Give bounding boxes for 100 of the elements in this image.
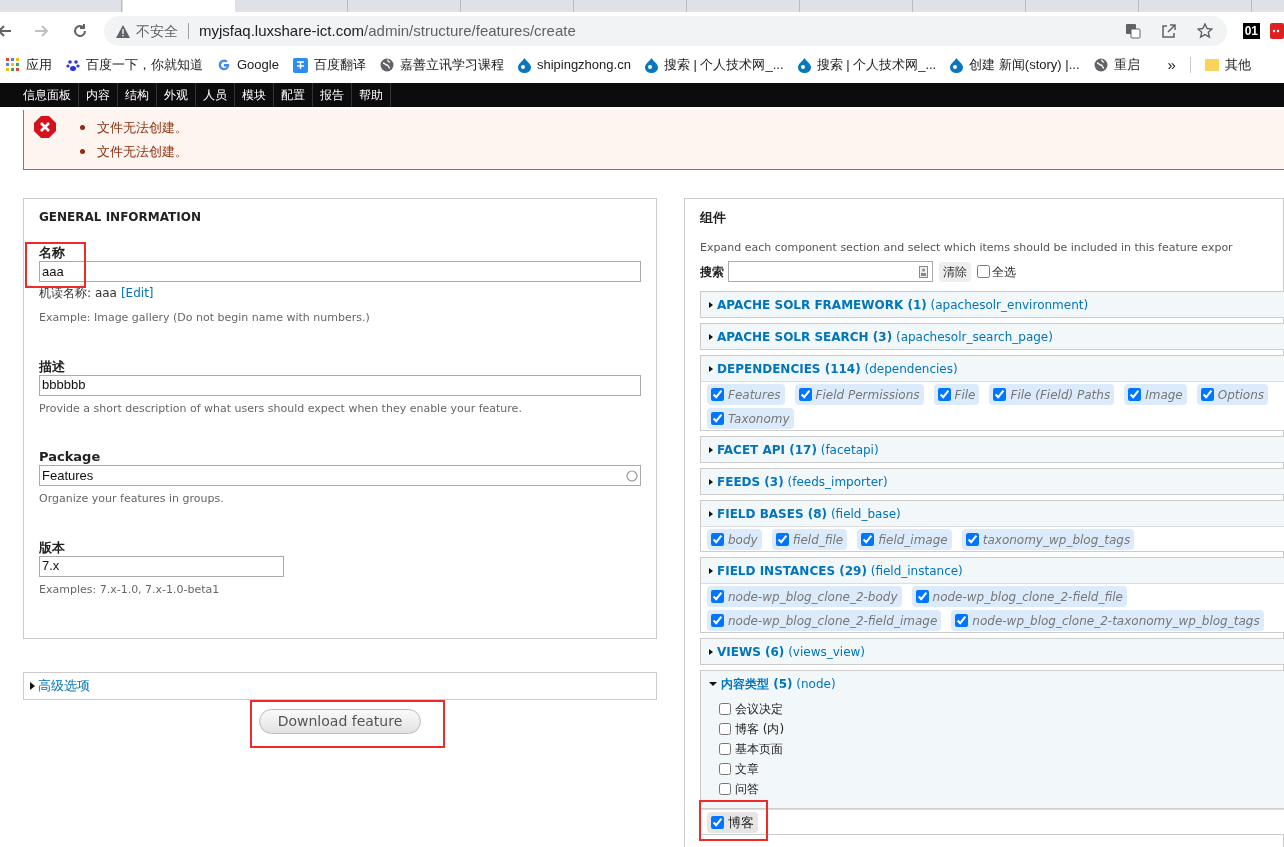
more-bookmarks[interactable]: » xyxy=(1167,53,1176,77)
drop-icon xyxy=(644,57,658,73)
admin-menu-item[interactable]: 外观 xyxy=(157,83,196,107)
checkbox[interactable] xyxy=(711,614,724,627)
component-chip[interactable]: Features xyxy=(707,384,785,405)
component-chip[interactable]: node-wp_blog_clone_2-field_image xyxy=(707,610,942,631)
checkbox[interactable] xyxy=(775,533,789,546)
bookmark[interactable]: shipingzhong.cn xyxy=(517,55,631,75)
download-button[interactable]: Download feature xyxy=(258,709,422,734)
section-header[interactable]: VIEWS (6) (views_view) xyxy=(701,639,1284,664)
section-header[interactable]: DEPENDENCIES (114) (dependencies) xyxy=(701,356,1284,381)
component-chip[interactable]: node-wp_blog_clone_2-body xyxy=(707,586,902,607)
component-chip[interactable]: node-wp_blog_clone_2-field_file xyxy=(911,586,1127,607)
chip-label: node-wp_blog_clone_2-field_file xyxy=(932,588,1123,606)
checkbox[interactable] xyxy=(711,816,724,829)
admin-menu-item[interactable]: 帮助 xyxy=(352,83,391,107)
component-chip[interactable]: Taxonomy xyxy=(707,408,794,429)
component-chip[interactable]: Field Permissions xyxy=(794,384,924,405)
back-icon[interactable] xyxy=(0,23,12,39)
chip-label: field_file xyxy=(792,531,844,549)
admin-menu-item[interactable]: 配置 xyxy=(274,83,313,107)
section-header[interactable]: FEEDS (3) (feeds_importer) xyxy=(701,469,1284,494)
component-chip[interactable]: field_image xyxy=(857,529,952,550)
bookmark[interactable]: 嘉善立讯学习课程 xyxy=(379,55,504,75)
bookmark[interactable]: Google xyxy=(217,55,279,75)
checkbox[interactable] xyxy=(719,783,731,795)
contact-card-icon xyxy=(919,265,928,278)
star-icon[interactable] xyxy=(1196,23,1213,39)
checkbox[interactable] xyxy=(711,388,724,401)
checkbox[interactable] xyxy=(861,533,875,546)
admin-menu-item[interactable]: 信息面板 xyxy=(16,83,79,107)
chip-label: body xyxy=(728,531,758,549)
search-field[interactable] xyxy=(728,261,933,282)
admin-menu-item[interactable]: 人员 xyxy=(196,83,235,107)
component-chip[interactable]: field_file xyxy=(771,529,848,550)
chip-label: Field Permissions xyxy=(815,386,920,404)
bookmark[interactable]: 应用 xyxy=(6,55,52,75)
input-field[interactable]: 7.x xyxy=(39,555,284,577)
checkbox[interactable] xyxy=(937,388,951,401)
admin-menu-item[interactable]: 模块 xyxy=(235,83,274,107)
checkbox[interactable] xyxy=(915,590,929,603)
checkbox[interactable] xyxy=(965,533,979,546)
bookmark[interactable]: 百度一下，你就知道 xyxy=(66,55,203,75)
section-header[interactable]: APACHE SOLR FRAMEWORK (1) (apachesolr_environment) xyxy=(701,292,1284,317)
component-chip[interactable]: 博客 xyxy=(707,812,758,833)
input-field[interactable]: bbbbbb xyxy=(39,374,641,396)
checkbox[interactable] xyxy=(719,703,731,715)
component-chip[interactable]: Options xyxy=(1196,384,1269,405)
apps-grid-icon xyxy=(6,58,20,72)
bookmark[interactable]: 百度翻译 xyxy=(292,55,366,75)
input-field[interactable]: aaa xyxy=(39,261,641,282)
share-icon[interactable] xyxy=(1160,23,1177,39)
checkbox[interactable] xyxy=(711,590,724,603)
section-header[interactable]: FIELD INSTANCES (29) (field_instance) xyxy=(701,558,1284,583)
admin-menu-item[interactable]: 报告 xyxy=(313,83,352,107)
section-title: APACHE SOLR FRAMEWORK (1) (apachesolr_environment) xyxy=(717,296,1089,314)
admin-menu-item[interactable]: 内容 xyxy=(79,83,118,107)
section-header[interactable]: APACHE SOLR SEARCH (3) (apachesolr_search_page) xyxy=(701,324,1284,349)
advanced-panel[interactable]: 高级选项 xyxy=(23,672,657,700)
bookmark-folder[interactable]: 其他 xyxy=(1204,55,1251,75)
component-chip[interactable]: taxonomy_wp_blog_tags xyxy=(961,529,1135,550)
admin-menu-item[interactable]: 结构 xyxy=(118,83,157,107)
reload-icon[interactable] xyxy=(72,23,88,39)
chip-label: File (Field) Paths xyxy=(1010,386,1111,404)
checkbox[interactable] xyxy=(711,533,724,546)
panel-description: Expand each component section and select which items should be included in this feature expor xyxy=(700,239,1234,256)
component-chip[interactable]: node-wp_blog_clone_2-taxonomy_wp_blog_tags xyxy=(951,610,1264,631)
section-header[interactable]: FIELD BASES (8) (field_base) xyxy=(701,501,1284,526)
clear-button[interactable]: 清除 xyxy=(939,261,971,282)
section-header[interactable]: FACET API (17) (facetapi) xyxy=(701,437,1284,462)
checkbox[interactable] xyxy=(711,412,724,425)
edit-link[interactable]: [Edit] xyxy=(120,284,154,302)
bookmark[interactable]: 搜索 | 个人技术网_... xyxy=(644,55,784,75)
input-field[interactable]: Features xyxy=(39,465,641,486)
bookmark[interactable]: 创建 新闻(story) |... xyxy=(950,55,1080,75)
component-chip[interactable]: Image xyxy=(1124,384,1187,405)
checkbox[interactable] xyxy=(1128,388,1142,401)
panel-title: GENERAL INFORMATION xyxy=(39,209,202,226)
throbber-icon xyxy=(626,469,638,482)
bookmark[interactable]: 搜索 | 个人技术网_... xyxy=(797,55,937,75)
component-chip[interactable]: File (Field) Paths xyxy=(989,384,1115,405)
address-bar[interactable]: 不安全 myjsfaq.luxshare-ict.com/admin/structure/features/create xyxy=(104,16,1227,46)
extension-icon[interactable] xyxy=(1270,23,1284,39)
option-label: 基本页面 xyxy=(735,741,783,758)
bookmark[interactable]: 重启 xyxy=(1093,55,1140,75)
extension-badge[interactable]: 01 xyxy=(1242,23,1260,39)
google-g-icon xyxy=(217,58,231,72)
component-chip[interactable]: File xyxy=(933,384,980,405)
section-header[interactable]: 内容类型 (5) (node) xyxy=(701,671,1284,696)
component-chip[interactable]: body xyxy=(707,529,762,550)
checkbox[interactable] xyxy=(719,763,731,775)
checkbox[interactable] xyxy=(1200,388,1214,401)
error-icon xyxy=(34,116,56,138)
checkbox[interactable] xyxy=(993,388,1007,401)
checkbox[interactable] xyxy=(719,743,731,755)
checkbox[interactable] xyxy=(955,614,969,627)
select-all-checkbox[interactable] xyxy=(977,265,990,278)
checkbox[interactable] xyxy=(719,723,731,735)
checkbox[interactable] xyxy=(798,388,812,401)
message-text: 文件无法创建。 xyxy=(97,119,188,137)
